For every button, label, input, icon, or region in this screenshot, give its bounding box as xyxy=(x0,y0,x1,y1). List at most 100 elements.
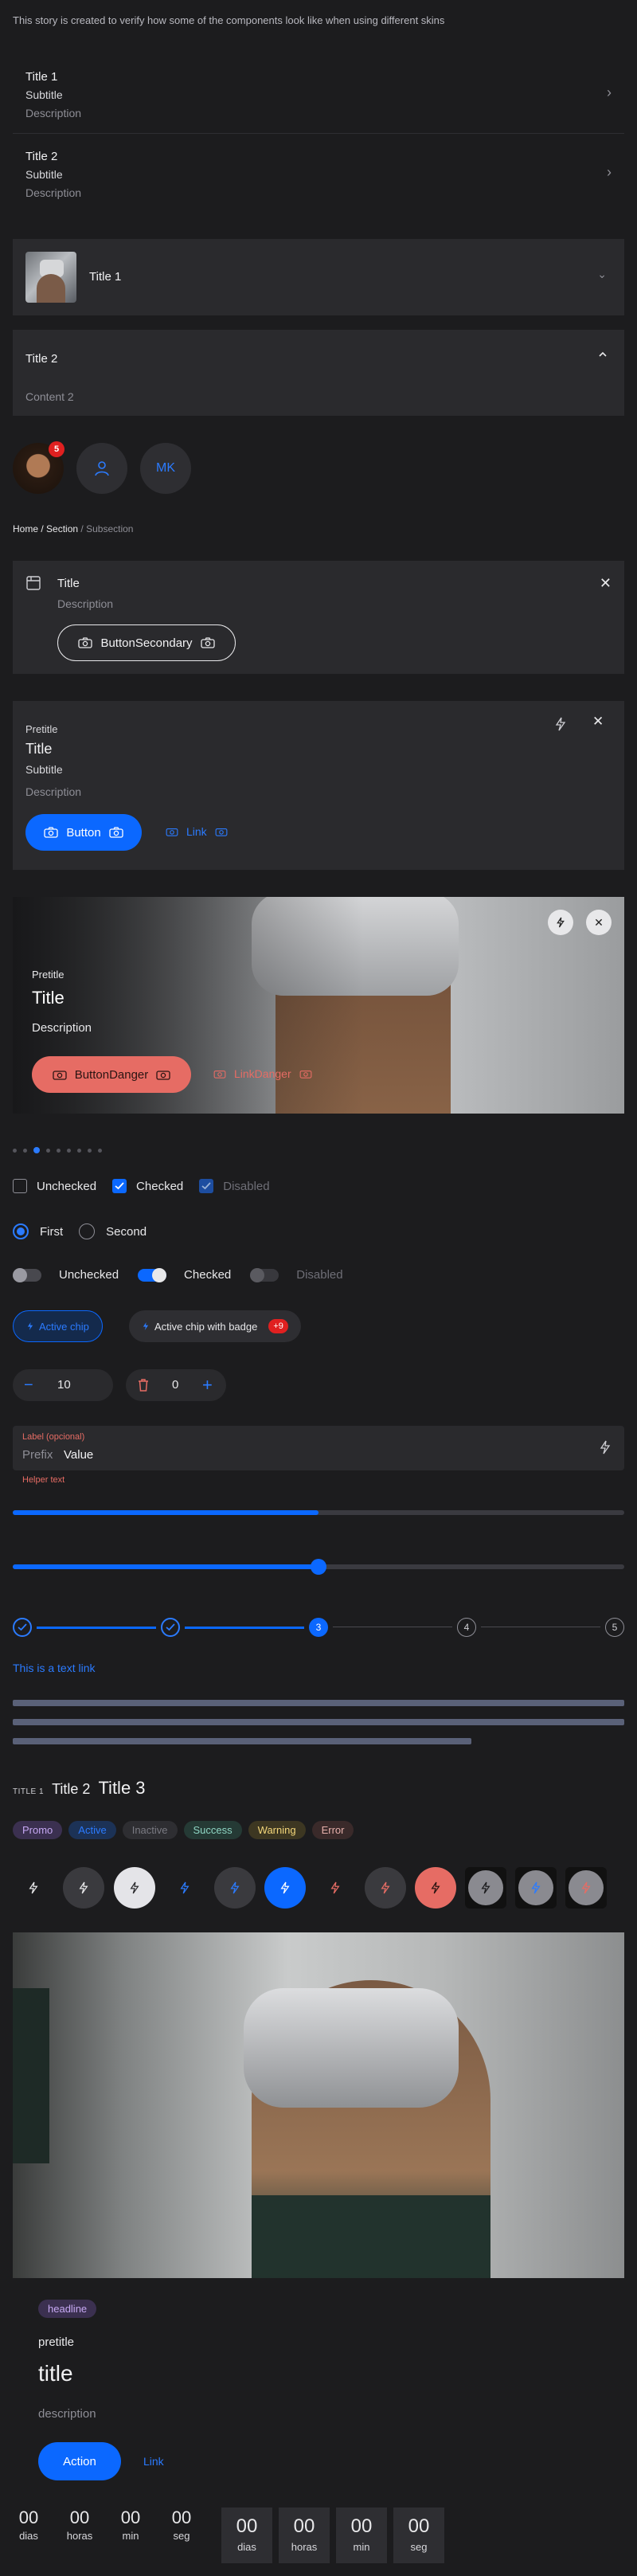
checkbox-unchecked[interactable]: Unchecked xyxy=(13,1179,96,1193)
carousel-bullet[interactable] xyxy=(88,1148,92,1153)
camera-icon xyxy=(53,1071,67,1080)
avatar-placeholder[interactable] xyxy=(76,443,127,494)
data-card: Pretitle Title Subtitle Description ✕ Bu… xyxy=(13,701,624,870)
lightning-icon-button[interactable] xyxy=(164,1867,205,1909)
radio-second[interactable]: Second xyxy=(79,1223,147,1239)
text-link[interactable]: This is a text link xyxy=(13,1662,95,1674)
lightning-icon[interactable] xyxy=(548,910,573,935)
danger-link[interactable]: LinkDanger xyxy=(213,1067,312,1080)
chip-with-badge[interactable]: Active chip with badge +9 xyxy=(129,1310,301,1342)
checkbox-group: Unchecked Checked Disabled xyxy=(13,1179,270,1193)
checkbox-checked[interactable]: Checked xyxy=(112,1179,183,1193)
media-card: ✕ Pretitle Title Description ButtonDange… xyxy=(13,897,624,1114)
skeleton-line xyxy=(13,1738,471,1744)
lightning-icon-button[interactable] xyxy=(315,1867,356,1909)
hero-pretitle: pretitle xyxy=(38,2335,75,2349)
tag-promo: Promo xyxy=(13,1821,63,1839)
countdown-value: 00 xyxy=(236,2515,258,2537)
radio-group: First Second xyxy=(13,1223,147,1239)
tag-inactive: Inactive xyxy=(122,1821,178,1839)
tag-warning: Warning xyxy=(248,1821,306,1839)
hero-link[interactable]: Link xyxy=(143,2455,164,2468)
minus-icon[interactable]: − xyxy=(24,1376,33,1395)
icon-button-row xyxy=(13,1867,624,1909)
tag-group: Promo Active Inactive Success Warning Er… xyxy=(13,1821,354,1839)
list-row-2[interactable]: Title 2 Subtitle Description › xyxy=(13,135,624,215)
lightning-icon-button[interactable] xyxy=(264,1867,306,1909)
countdown-unit: min xyxy=(122,2530,139,2542)
primary-button[interactable]: Button xyxy=(25,814,142,851)
slider-thumb[interactable] xyxy=(311,1559,326,1575)
accordion-item-2[interactable]: Title 2 Content 2 xyxy=(13,330,624,416)
lightning-icon-button[interactable] xyxy=(515,1867,557,1909)
countdown-value: 00 xyxy=(69,2507,90,2527)
carousel-bullet[interactable] xyxy=(13,1148,17,1153)
lightning-icon-button[interactable] xyxy=(365,1867,406,1909)
callout-icon xyxy=(25,575,41,591)
countdown-unit: horas xyxy=(66,2530,93,2542)
button-secondary[interactable]: ButtonSecondary xyxy=(57,624,236,661)
carousel-bullet[interactable] xyxy=(33,1147,40,1153)
lightning-icon[interactable] xyxy=(599,1440,612,1454)
countdown-unit: dias xyxy=(19,2530,38,2542)
step-5: 5 xyxy=(605,1618,624,1637)
lightning-icon-button[interactable] xyxy=(63,1867,104,1909)
quantity-stepper-2: 0 + xyxy=(126,1369,226,1401)
step-1 xyxy=(13,1618,32,1637)
breadcrumb: Home / Section / Subsection xyxy=(13,523,134,534)
avatar-initials[interactable]: MK xyxy=(140,443,191,494)
accordion-item-1[interactable]: Title 1 ⌄ xyxy=(13,239,624,315)
switch-checked[interactable]: Checked xyxy=(138,1267,231,1282)
check-icon xyxy=(199,1179,214,1193)
close-icon[interactable]: ✕ xyxy=(586,910,612,935)
trash-icon[interactable] xyxy=(137,1378,150,1392)
lightning-icon-button[interactable] xyxy=(214,1867,256,1909)
breadcrumb-home[interactable]: Home xyxy=(13,523,38,534)
carousel-bullet[interactable] xyxy=(57,1148,61,1153)
row-subtitle: Subtitle xyxy=(25,88,63,101)
lightning-icon[interactable] xyxy=(554,717,567,731)
callout-description: Description xyxy=(57,597,114,610)
plus-icon[interactable]: + xyxy=(202,1375,213,1396)
chevron-right-icon: › xyxy=(607,164,612,180)
lightning-icon-button[interactable] xyxy=(565,1867,607,1909)
carousel-bullet[interactable] xyxy=(46,1148,50,1153)
switch-unchecked[interactable]: Unchecked xyxy=(13,1267,119,1282)
accordion-title: Title 1 xyxy=(89,270,122,284)
active-chip[interactable]: Active chip xyxy=(13,1310,103,1342)
lightning-icon-button[interactable] xyxy=(465,1867,506,1909)
lightning-icon-button[interactable] xyxy=(415,1867,456,1909)
camera-icon xyxy=(166,828,178,836)
countdown-value: 00 xyxy=(171,2507,192,2527)
thumbnail-image xyxy=(25,252,76,303)
callout-title: Title xyxy=(57,577,80,590)
title-row: TITLE 1 Title 2 Title 3 xyxy=(13,1778,146,1799)
button-label: Button xyxy=(66,825,101,840)
action-button[interactable]: Action xyxy=(38,2442,121,2480)
carousel-bullet[interactable] xyxy=(77,1148,81,1153)
row-title: Title 1 xyxy=(25,70,58,84)
lightning-icon-button[interactable] xyxy=(114,1867,155,1909)
text-field[interactable]: Label (opcional) Prefix Value xyxy=(13,1426,624,1470)
carousel-bullet[interactable] xyxy=(67,1148,71,1153)
camera-icon xyxy=(215,828,228,836)
slider-track[interactable] xyxy=(13,1559,624,1575)
switch-disabled: Disabled xyxy=(250,1267,343,1282)
lightning-icon xyxy=(143,1322,149,1330)
close-icon[interactable]: ✕ xyxy=(592,714,604,730)
breadcrumb-section[interactable]: Section xyxy=(46,523,78,534)
progress-fill xyxy=(13,1510,318,1515)
countdown-unit: min xyxy=(353,2541,370,2553)
link-button[interactable]: Link xyxy=(166,825,228,838)
camera-icon xyxy=(200,637,215,648)
title-1: TITLE 1 xyxy=(13,1787,45,1796)
carousel-bullets[interactable] xyxy=(13,1147,102,1153)
list-row-1[interactable]: Title 1 Subtitle Description › xyxy=(13,54,624,134)
close-icon[interactable]: ✕ xyxy=(600,575,612,592)
danger-button[interactable]: ButtonDanger xyxy=(32,1056,191,1093)
carousel-bullet[interactable] xyxy=(23,1148,27,1153)
radio-first[interactable]: First xyxy=(13,1223,63,1239)
link-label: Link xyxy=(186,825,207,838)
lightning-icon-button[interactable] xyxy=(13,1867,54,1909)
carousel-bullet[interactable] xyxy=(98,1148,102,1153)
